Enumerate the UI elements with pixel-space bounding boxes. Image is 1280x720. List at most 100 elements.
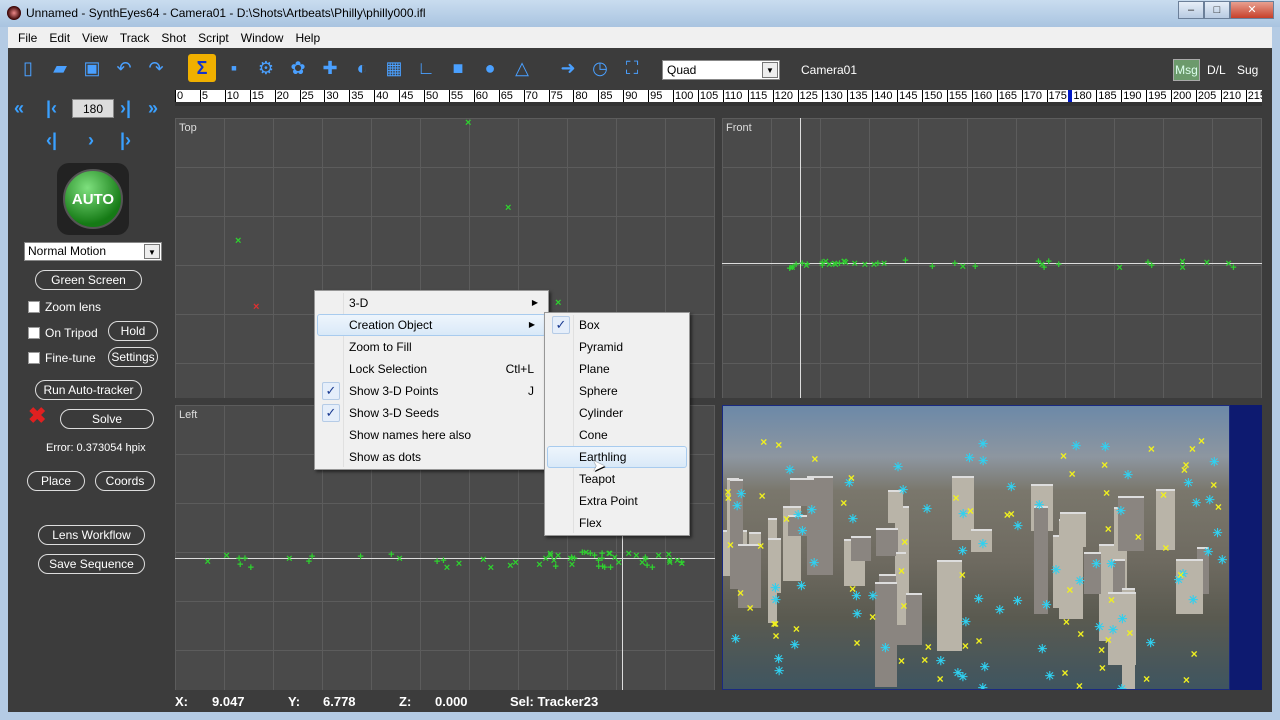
green-screen-button[interactable]: Green Screen: [35, 270, 142, 290]
menu-item-box[interactable]: ✓ Box: [545, 314, 689, 336]
tracker-marker[interactable]: ✳: [1091, 558, 1101, 570]
tracker-point[interactable]: +: [643, 555, 649, 566]
tracker-marker[interactable]: ✳: [1013, 595, 1023, 607]
menu-item-show-3-d-points[interactable]: ✓ Show 3-D Points J: [315, 380, 548, 402]
fine-tune-checkbox[interactable]: [28, 352, 40, 364]
tracker-marker[interactable]: ✳: [893, 461, 903, 473]
calculator-icon[interactable]: ▦: [380, 54, 408, 82]
tracker-marker[interactable]: ×: [1183, 674, 1190, 686]
tracker-point[interactable]: +: [819, 261, 825, 272]
tracker-marker[interactable]: ✳: [1108, 624, 1118, 636]
tracker-marker[interactable]: ×: [725, 492, 732, 504]
menu-item-pyramid[interactable]: Pyramid: [545, 336, 689, 358]
timeline-ruler[interactable]: 0 5 10 15 20 25 30 35 40 45 50 55 60 65 70 75 80 85 90 95 10…: [175, 90, 1262, 106]
tracker-marker[interactable]: ✳: [797, 525, 807, 537]
tracker-marker[interactable]: ×: [1063, 616, 1070, 628]
last-frame-icon[interactable]: ›|: [120, 98, 131, 119]
sug-button[interactable]: Sug: [1237, 63, 1258, 77]
tracker-marker[interactable]: ×: [854, 637, 861, 649]
frame-number-field[interactable]: 180: [72, 99, 114, 118]
tracker-marker[interactable]: ×: [921, 654, 928, 666]
undo-icon[interactable]: ↶: [110, 54, 138, 82]
first-frame-icon[interactable]: |‹: [46, 98, 57, 119]
step-forward-icon[interactable]: |›: [120, 130, 131, 151]
tracker-marker[interactable]: ✳: [936, 655, 946, 667]
solve-button[interactable]: Solve: [60, 409, 154, 429]
tracker-marker[interactable]: ×: [1148, 443, 1155, 455]
tracker-marker[interactable]: ✳: [796, 580, 806, 592]
tracker-marker[interactable]: ×: [959, 569, 966, 581]
menu-item-sphere[interactable]: Sphere: [545, 380, 689, 402]
coordinate-icon[interactable]: ✚: [316, 54, 344, 82]
tracker-marker[interactable]: ×: [772, 618, 779, 630]
tracker-point[interactable]: ×: [286, 553, 292, 564]
menu-file[interactable]: File: [12, 27, 43, 48]
lens-icon[interactable]: ◐: [348, 54, 376, 82]
tracker-marker[interactable]: ✳: [953, 667, 963, 679]
tracker-point[interactable]: ×: [547, 550, 553, 561]
tracker-point[interactable]: +: [1145, 258, 1151, 269]
tracker-point[interactable]: ×: [444, 562, 450, 573]
menu-item-show-3-d-seeds[interactable]: ✓ Show 3-D Seeds: [315, 402, 548, 424]
tracker-marker[interactable]: ✳: [922, 503, 932, 515]
tracker-marker[interactable]: ✳: [1117, 613, 1127, 625]
tracker-marker[interactable]: ✳: [978, 438, 988, 450]
tracker-marker[interactable]: ✳: [1037, 643, 1047, 655]
tracker-marker[interactable]: ×: [747, 602, 754, 614]
tracker-marker[interactable]: ✳: [774, 665, 784, 677]
tracker-point[interactable]: ×: [223, 551, 229, 562]
tracker-marker[interactable]: ×: [759, 490, 766, 502]
summary-sigma-icon[interactable]: Σ: [188, 54, 216, 82]
tracker-marker[interactable]: ✳: [731, 633, 741, 645]
tracker-marker[interactable]: ✳: [868, 590, 878, 602]
tracker-point[interactable]: +: [388, 550, 394, 561]
maximize-button[interactable]: □: [1204, 1, 1230, 19]
tracker-point[interactable]: ×: [396, 554, 402, 565]
menu-item-cylinder[interactable]: Cylinder: [545, 402, 689, 424]
auto-button[interactable]: AUTO: [57, 163, 129, 235]
tracker-point[interactable]: ×: [789, 263, 795, 274]
tracker-point[interactable]: +: [1230, 263, 1236, 274]
zoom-lens-checkbox[interactable]: [28, 301, 40, 313]
front-viewport[interactable]: Front × + + + × × × + + + × × × × × × + × × + × + × × + + + × + + + + + +…: [722, 118, 1262, 398]
tracker-marker[interactable]: ×: [962, 640, 969, 652]
tracker-marker[interactable]: ✳: [1041, 599, 1051, 611]
tracker-marker[interactable]: ✳: [790, 639, 800, 651]
arrow-right-icon[interactable]: ➜: [554, 54, 582, 82]
tracker-point[interactable]: ×: [852, 258, 858, 269]
play-icon[interactable]: ›: [88, 130, 94, 151]
tracker-point[interactable]: +: [875, 258, 881, 269]
light-bulb-icon[interactable]: ●: [476, 54, 504, 82]
lens-workflow-button[interactable]: Lens Workflow: [38, 525, 145, 545]
tracker-marker[interactable]: ✳: [1034, 499, 1044, 511]
tracker-marker[interactable]: ×: [793, 623, 800, 635]
tracker-marker[interactable]: ✳: [807, 504, 817, 516]
fullscreen-icon[interactable]: ⛶: [618, 54, 646, 82]
tracker-point[interactable]: ×: [841, 257, 847, 268]
tracker-point[interactable]: +: [248, 562, 254, 573]
tracker-point[interactable]: ×: [1116, 262, 1122, 273]
tracker-point[interactable]: ×: [1179, 262, 1185, 273]
graph-icon[interactable]: △: [508, 54, 536, 82]
redo-icon[interactable]: ↷: [142, 54, 170, 82]
tracker-marker[interactable]: ✳: [1013, 520, 1023, 532]
tracker-marker[interactable]: ×: [1215, 501, 1222, 513]
tracker-marker[interactable]: ✳: [964, 452, 974, 464]
tracker-marker[interactable]: ×: [898, 565, 905, 577]
layout-select[interactable]: Quad ▼: [662, 60, 780, 80]
rewind-icon[interactable]: «: [14, 98, 24, 119]
coords-button[interactable]: Coords: [95, 471, 155, 491]
fast-forward-icon[interactable]: »: [148, 98, 158, 119]
tracker-marker[interactable]: ×: [1103, 487, 1110, 499]
tracker-marker[interactable]: ×: [952, 492, 959, 504]
tracker-marker[interactable]: ✳: [1106, 558, 1116, 570]
tracker-point[interactable]: +: [599, 549, 605, 560]
tracker-marker[interactable]: ✳: [1191, 497, 1201, 509]
tracker-marker[interactable]: ×: [1076, 680, 1083, 689]
tracker-marker[interactable]: ×: [1108, 594, 1115, 606]
dl-button[interactable]: D/L: [1207, 63, 1226, 77]
tracker-marker[interactable]: ×: [757, 540, 764, 552]
menu-item-creation-object[interactable]: Creation Object ▶: [317, 314, 546, 336]
tracker-marker[interactable]: ✳: [1203, 546, 1213, 558]
tracker-marker[interactable]: ✳: [1146, 637, 1156, 649]
